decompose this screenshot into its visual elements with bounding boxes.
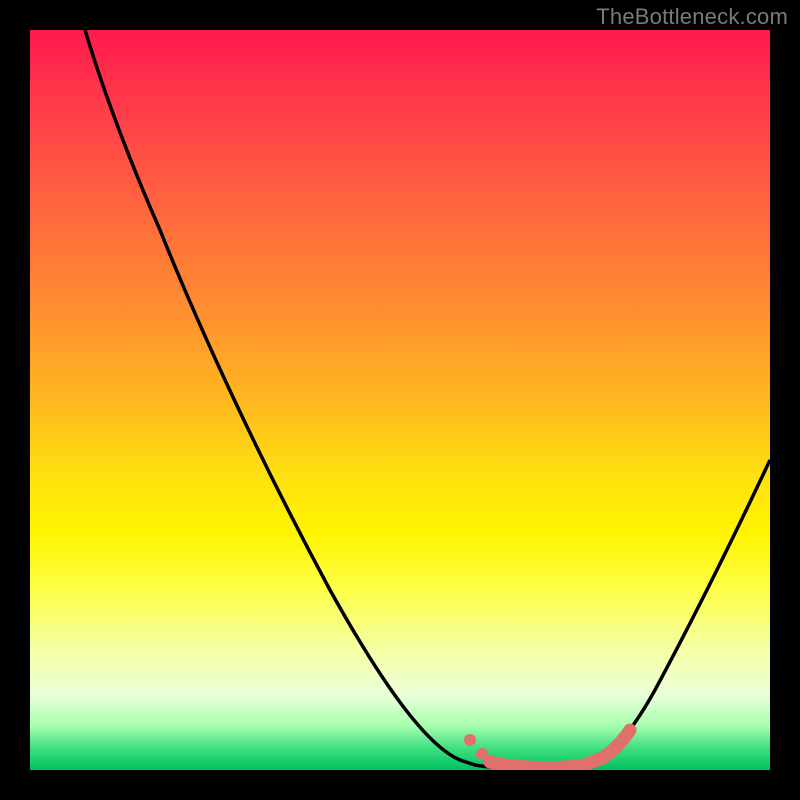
plot-area xyxy=(30,30,770,770)
curve-svg xyxy=(30,30,770,770)
chart-frame: TheBottleneck.com xyxy=(0,0,800,800)
highlight-dot-1 xyxy=(464,734,476,746)
highlight-segment-path xyxy=(490,730,630,768)
watermark-text: TheBottleneck.com xyxy=(596,4,788,30)
bottleneck-curve-path xyxy=(85,30,770,769)
